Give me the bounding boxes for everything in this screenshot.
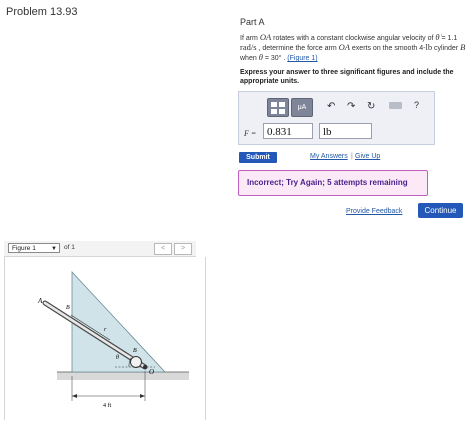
dimension-arrow-left (72, 394, 77, 398)
figure-link[interactable]: (Figure 1) (287, 55, 317, 62)
template-grid-icon (271, 102, 277, 107)
template-grid-icon (279, 109, 285, 114)
help-icon[interactable]: ? (414, 100, 419, 110)
label-dimension: 4 ft (103, 402, 111, 409)
link-separator: | (351, 153, 353, 160)
figure-panel: A B r B θ O 4 ft (4, 257, 206, 420)
question-segment: rotates with a constant clockwise angula… (271, 35, 436, 42)
value-input[interactable]: 0.831 (263, 123, 313, 139)
redo-icon[interactable]: ↷ (347, 101, 355, 112)
label-b: B (66, 305, 70, 311)
figure-select-value: Figure 1 (12, 245, 36, 252)
reset-icon[interactable]: ↻ (367, 101, 375, 112)
chevron-down-icon: ▼ (51, 246, 57, 252)
rad-unit: rad/s (240, 42, 257, 52)
continue-button[interactable]: Continue (418, 203, 463, 218)
question-segment: = 30° . (262, 55, 286, 62)
question-segment: when (240, 55, 259, 62)
next-figure-button[interactable]: > (174, 243, 192, 255)
question-segment: exerts on the smooth 4- (349, 45, 426, 52)
label-o: O (149, 368, 154, 376)
question-text: If arm OA rotates with a constant clockw… (240, 33, 468, 63)
problem-title: Problem 13.93 (6, 6, 78, 18)
arm-symbol: OA (338, 42, 350, 52)
figure-count: of 1 (64, 244, 75, 251)
figure-toolbar: Figure 1 ▼ of 1 < > (4, 241, 196, 257)
question-segment: If arm (240, 35, 260, 42)
undo-icon[interactable]: ↶ (327, 101, 335, 112)
feedback-message: Incorrect; Try Again; 5 attempts remaini… (247, 178, 408, 187)
prev-figure-button[interactable]: < (154, 243, 172, 255)
give-up-link[interactable]: Give Up (355, 153, 380, 160)
units-button[interactable]: μA (291, 98, 313, 117)
question-segment: , determine the force arm (256, 45, 339, 52)
label-theta: θ (116, 355, 119, 361)
figure-diagram: A B r B θ O 4 ft (37, 270, 189, 409)
template-grid-icon (271, 109, 277, 114)
figure-select[interactable]: Figure 1 ▼ (8, 243, 60, 253)
templates-button[interactable] (267, 98, 289, 117)
submit-button[interactable]: Submit (239, 152, 277, 163)
question-segment: cylinder (432, 45, 461, 52)
keyboard-icon[interactable] (389, 102, 402, 109)
part-label: Part A (240, 17, 265, 27)
cylinder-symbol: B (460, 42, 466, 52)
arm-symbol: OA (259, 32, 272, 42)
variable-label: F = (244, 129, 257, 138)
my-answers-link[interactable]: My Answers (310, 153, 348, 160)
unit-input[interactable]: lb (319, 123, 372, 139)
provide-feedback-link[interactable]: Provide Feedback (346, 208, 402, 215)
template-grid-icon (279, 102, 285, 107)
cylinder-b (130, 356, 142, 368)
answer-box: μA ↶ ↷ ↻ ? F = 0.831 lb (238, 91, 435, 145)
label-a: A (37, 297, 43, 305)
label-b-cylinder: B (133, 348, 137, 354)
feedback-box: Incorrect; Try Again; 5 attempts remaini… (238, 170, 428, 196)
instruction-text: Express your answer to three significant… (240, 69, 454, 85)
question-segment: = 1.1 (439, 35, 458, 42)
ground (57, 372, 189, 380)
dimension-arrow-right (140, 394, 145, 398)
